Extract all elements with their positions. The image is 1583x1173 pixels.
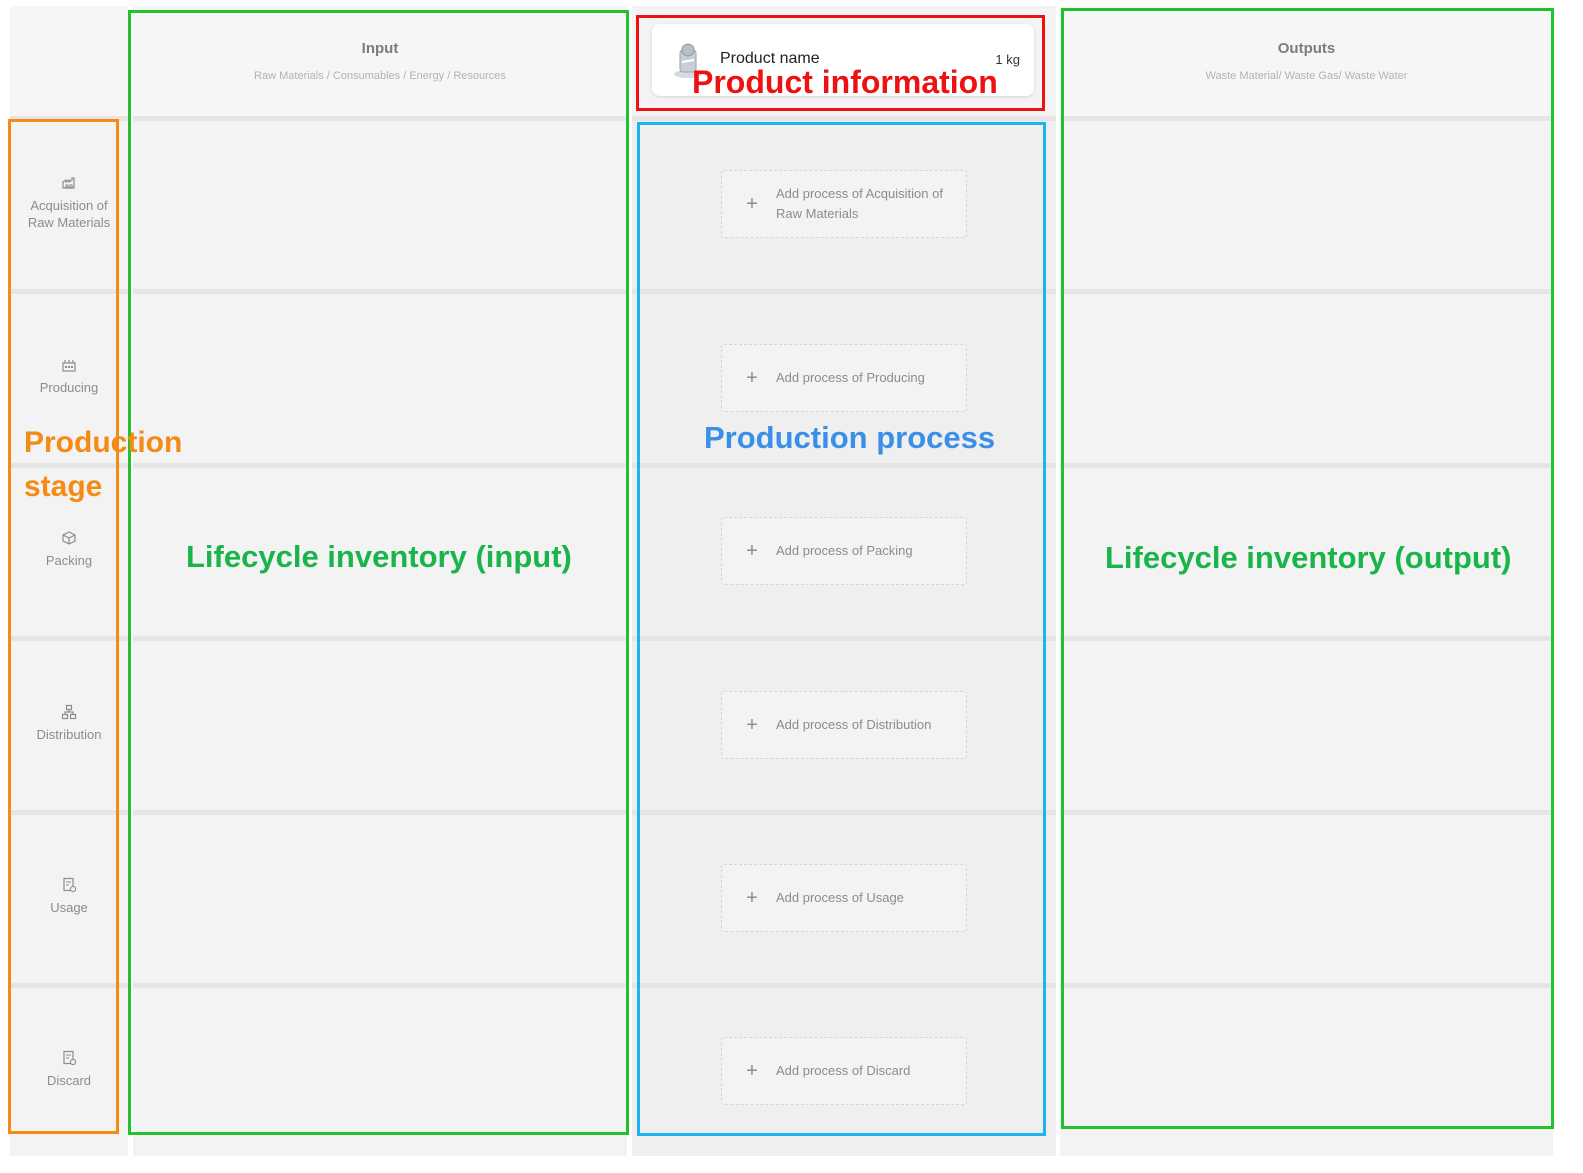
production-process-annotation-box (637, 122, 1046, 1136)
lifecycle-input-label: Lifecycle inventory (input) (186, 539, 572, 574)
production-stage-label-line1: Production (24, 426, 183, 459)
lifecycle-canvas: Acquisition of Raw Materials Producing P… (0, 0, 1583, 1173)
lifecycle-output-label: Lifecycle inventory (output) (1105, 540, 1512, 575)
production-process-label: Production process (704, 420, 996, 455)
stage-column-header (10, 6, 128, 116)
row-separator (632, 116, 1056, 121)
production-stage-annotation-box (8, 119, 119, 1134)
production-stage-label-line2: stage (24, 470, 103, 503)
product-information-label: Product information (692, 64, 998, 100)
